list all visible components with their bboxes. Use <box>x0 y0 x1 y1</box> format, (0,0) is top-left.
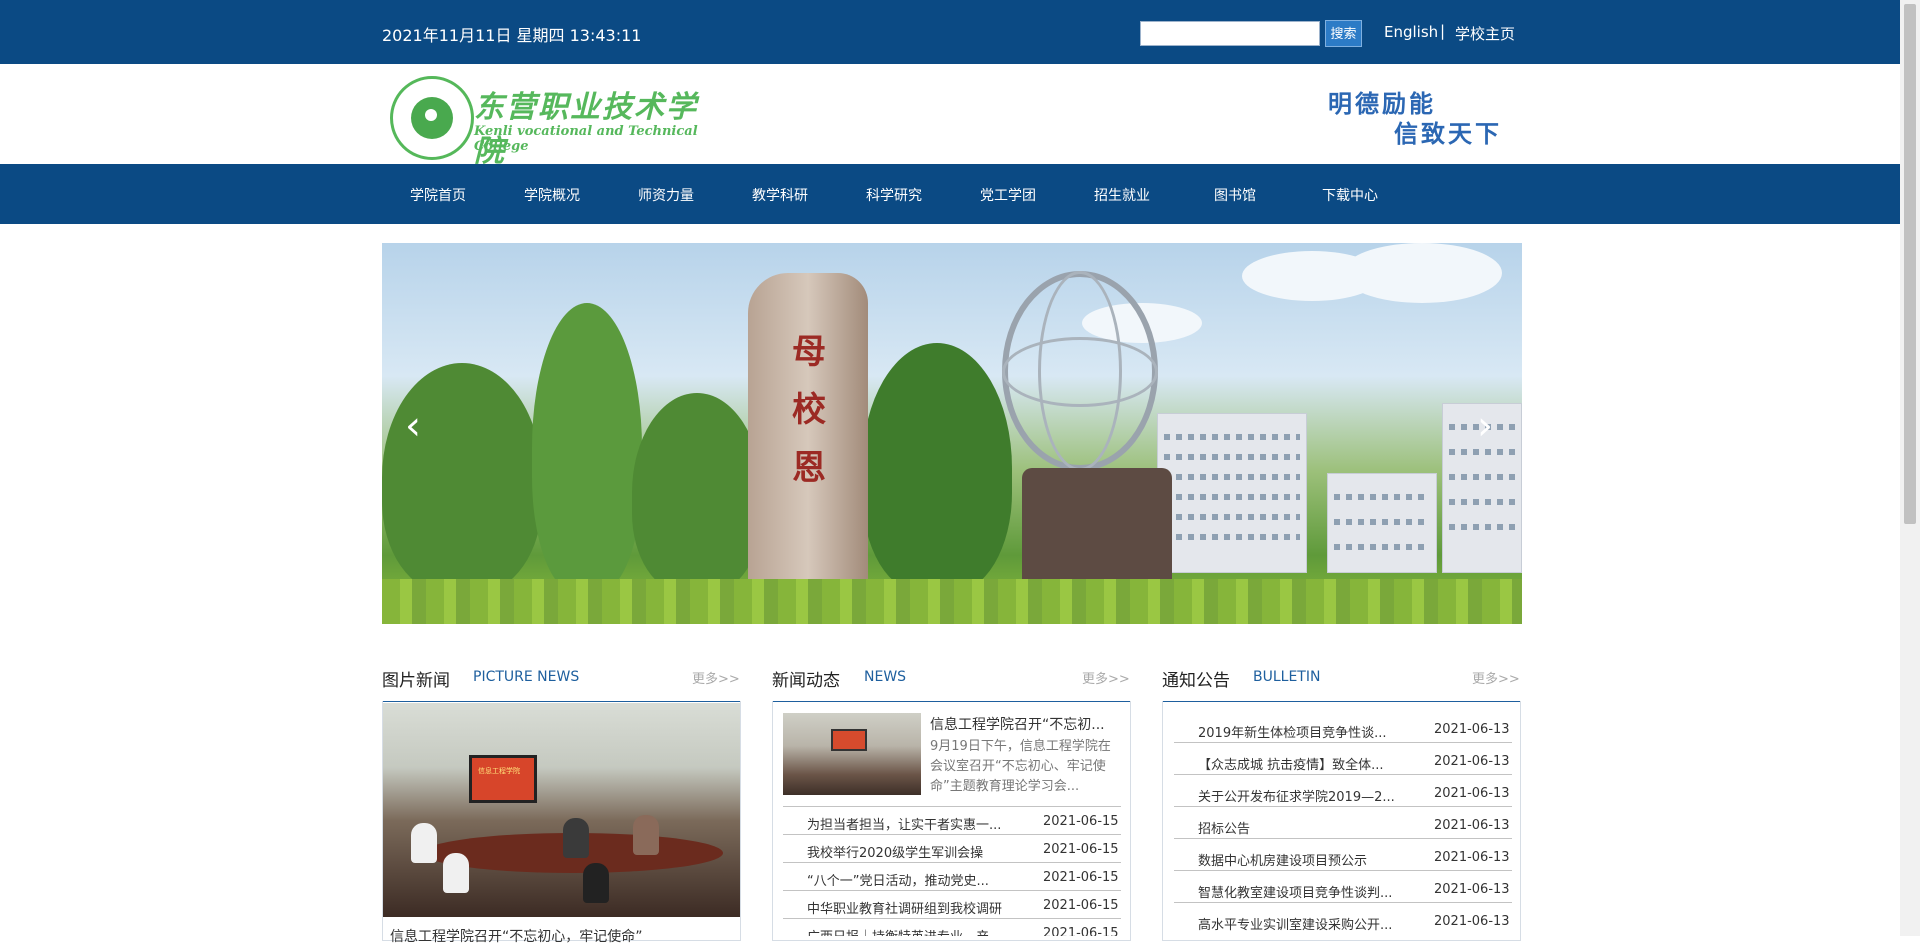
search-input[interactable] <box>1140 21 1320 46</box>
list-item[interactable]: 关于公开发布征求学院2019—2... 2021-06-13 <box>1174 786 1512 814</box>
bulletin-title: 通知公告 <box>1162 671 1230 691</box>
news-feature-title[interactable]: 信息工程学院召开“不忘初... <box>930 714 1105 734</box>
bulletin-subtitle: BULLETIN <box>1253 669 1321 685</box>
scrollbar-thumb[interactable] <box>1904 4 1916 524</box>
list-item[interactable]: 智慧化教室建设项目竞争性谈判... 2021-06-13 <box>1174 882 1512 910</box>
list-item[interactable]: 广西日报｜持衡特英进专业、产... 2021-06-15 <box>783 926 1121 936</box>
news-more-link[interactable]: 更多>> <box>1082 668 1130 687</box>
top-bar <box>0 0 1900 64</box>
picture-news-caption[interactable]: 信息工程学院召开“不忘初心，牢记使命” <box>390 926 643 946</box>
nav-item-download[interactable]: 下载中心 <box>1322 185 1378 205</box>
page-scrollbar[interactable] <box>1900 0 1920 936</box>
news-feature-desc: 9月19日下午，信息工程学院在会议室召开“不忘初心、牢记使命”主题教育理论学习会… <box>930 739 1111 794</box>
list-item[interactable]: 我校举行2020级学生军训会操 2021-06-15 <box>783 842 1121 870</box>
college-logo[interactable]: 东营职业技术学院 Kenli vocational and Technical … <box>382 68 702 169</box>
picture-news-subtitle: PICTURE NEWS <box>473 669 580 685</box>
list-item[interactable]: “八个一”党日活动，推动党史... 2021-06-15 <box>783 870 1121 898</box>
picture-news-title: 图片新闻 <box>382 671 450 691</box>
news-subtitle: NEWS <box>864 669 907 685</box>
banner-prev-arrow-icon[interactable]: ‹ <box>400 403 426 449</box>
list-item[interactable]: 高水平专业实训室建设采购公开... 2021-06-13 <box>1174 914 1512 936</box>
logo-english-name: Kenli vocational and Technical College <box>474 124 698 154</box>
motto-line-2: 信致天下 <box>1394 120 1502 148</box>
campus-banner[interactable]: 母校恩 ‹ › <box>382 243 1522 624</box>
list-item[interactable]: 【众志成城 抗击疫情】致全体... 2021-06-13 <box>1174 754 1512 782</box>
logo-emblem-icon <box>390 76 474 160</box>
list-item[interactable]: 数据中心机房建设项目预公示 2021-06-13 <box>1174 850 1512 878</box>
picture-news-more-link[interactable]: 更多>> <box>692 668 740 687</box>
hedge <box>382 579 1522 624</box>
list-item[interactable]: 中华职业教育社调研组到我校调研 2021-06-15 <box>783 898 1121 926</box>
current-datetime: 2021年11月11日 星期四 13:43:11 <box>382 26 642 45</box>
bulletin-more-link[interactable]: 更多>> <box>1472 668 1520 687</box>
nav-item-faculty[interactable]: 师资力量 <box>638 185 694 205</box>
list-item[interactable]: 2019年新生体检项目竞争性谈... 2021-06-13 <box>1174 722 1512 750</box>
list-item[interactable]: 为担当者担当，让实干者实惠一... 2021-06-15 <box>783 814 1121 842</box>
nav-item-admission[interactable]: 招生就业 <box>1094 185 1150 205</box>
search-button[interactable]: 搜索 <box>1325 20 1362 47</box>
english-link[interactable]: English <box>1384 23 1438 41</box>
school-home-link[interactable]: 学校主页 <box>1455 23 1515 44</box>
banner-next-arrow-icon[interactable]: › <box>1472 403 1498 449</box>
nav-item-party[interactable]: 党工学团 <box>980 185 1036 205</box>
link-separator: | <box>1440 22 1446 40</box>
news-title: 新闻动态 <box>772 671 840 691</box>
news-feature-image[interactable] <box>783 713 921 795</box>
nav-item-overview[interactable]: 学院概况 <box>524 185 580 205</box>
main-nav: 学院首页 学院概况 师资力量 教学科研 科学研究 党工学团 招生就业 图书馆 下… <box>0 164 1900 224</box>
list-item[interactable]: 招标公告 2021-06-13 <box>1174 818 1512 846</box>
nav-item-teaching[interactable]: 教学科研 <box>752 185 808 205</box>
globe-sculpture <box>1002 271 1158 471</box>
nav-item-research[interactable]: 科学研究 <box>866 185 922 205</box>
nav-item-library[interactable]: 图书馆 <box>1214 185 1256 205</box>
picture-news-image[interactable]: 信息工程学院 <box>383 703 740 917</box>
nav-item-home[interactable]: 学院首页 <box>410 185 466 205</box>
stone-inscription: 母校恩 <box>792 332 826 488</box>
